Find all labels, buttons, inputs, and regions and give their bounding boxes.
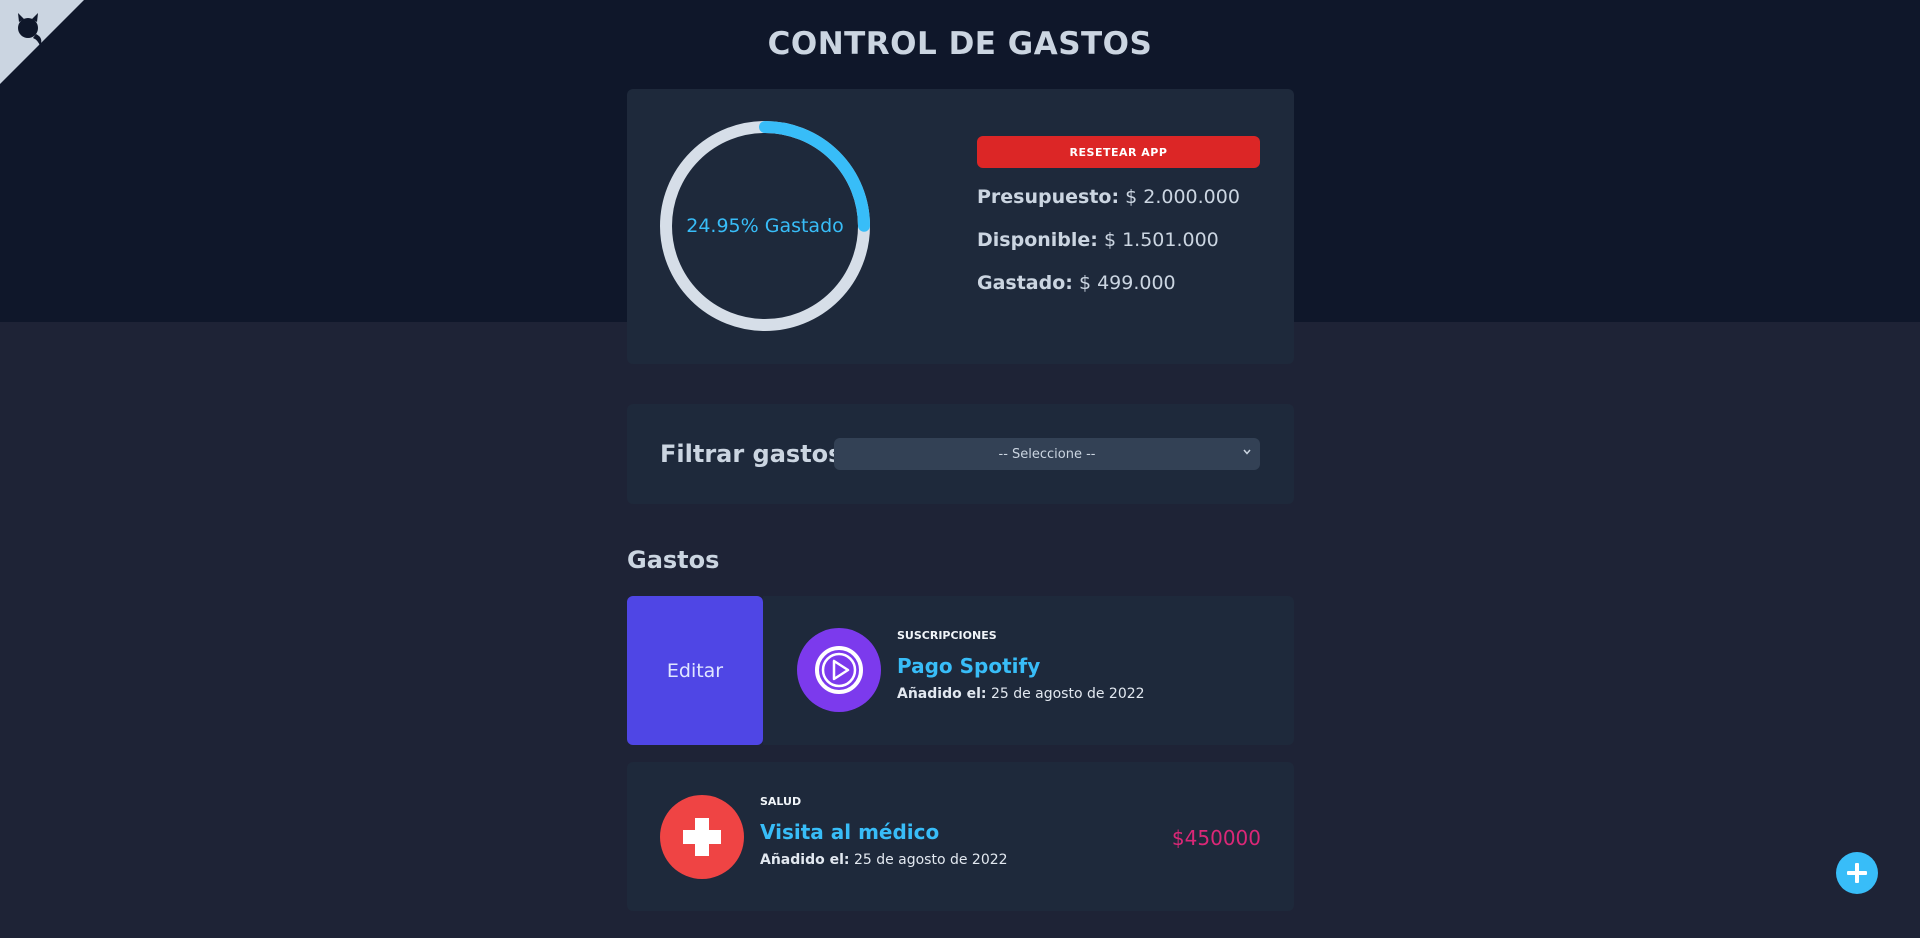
- expenses-section-title: Gastos: [627, 546, 720, 574]
- expense-date: Añadido el: 25 de agosto de 2022: [897, 686, 1145, 702]
- expense-item[interactable]: SALUD Visita al médico Añadido el: 25 de…: [627, 762, 1294, 911]
- expense-date: Añadido el: 25 de agosto de 2022: [760, 852, 1008, 868]
- budget-stat-label: Presupuesto:: [977, 186, 1120, 208]
- budget-panel: 24.95% Gastado RESETEAR APP Presupuesto:…: [627, 89, 1294, 364]
- page-title: CONTROL DE GASTOS: [767, 26, 1153, 62]
- filter-label: Filtrar gastos: [660, 440, 843, 468]
- expense-name: Pago Spotify: [897, 654, 1041, 678]
- expense-category: SALUD: [760, 795, 802, 808]
- expense-date-label: Añadido el:: [897, 686, 987, 702]
- budget-stat: Presupuesto: $ 2.000.000: [977, 186, 1240, 208]
- spent-percentage-label: 24.95% Gastado: [686, 215, 844, 237]
- edit-expense-button[interactable]: Editar: [627, 596, 763, 745]
- available-stat-label: Disponible:: [977, 229, 1098, 251]
- chevron-down-icon: [1243, 449, 1251, 455]
- reset-app-button[interactable]: RESETEAR APP: [977, 136, 1260, 168]
- available-stat: Disponible: $ 1.501.000: [977, 229, 1219, 251]
- expense-name: Visita al médico: [760, 820, 940, 844]
- spent-stat-value: $ 499.000: [1078, 272, 1176, 294]
- play-icon: [797, 628, 881, 712]
- expense-amount: $450000: [1171, 826, 1261, 850]
- medical-cross-icon: [660, 795, 744, 879]
- expense-date-value: 25 de agosto de 2022: [853, 852, 1008, 868]
- category-filter-select[interactable]: -- Seleccione --: [834, 438, 1260, 470]
- expense-item[interactable]: SUSCRIPCIONES Pago Spotify Añadido el: 2…: [763, 596, 1294, 745]
- add-expense-button[interactable]: [1836, 852, 1878, 894]
- filter-selected-value: -- Seleccione --: [998, 446, 1096, 462]
- available-stat-value: $ 1.501.000: [1103, 229, 1219, 251]
- spent-stat: Gastado: $ 499.000: [977, 272, 1176, 294]
- budget-stat-value: $ 2.000.000: [1125, 186, 1240, 208]
- expense-date-label: Añadido el:: [760, 852, 850, 868]
- expense-category: SUSCRIPCIONES: [897, 629, 997, 642]
- spent-stat-label: Gastado:: [977, 272, 1073, 294]
- expense-date-value: 25 de agosto de 2022: [990, 686, 1145, 702]
- filter-panel: Filtrar gastos -- Seleccione --: [627, 404, 1294, 504]
- plus-icon: [1847, 863, 1867, 883]
